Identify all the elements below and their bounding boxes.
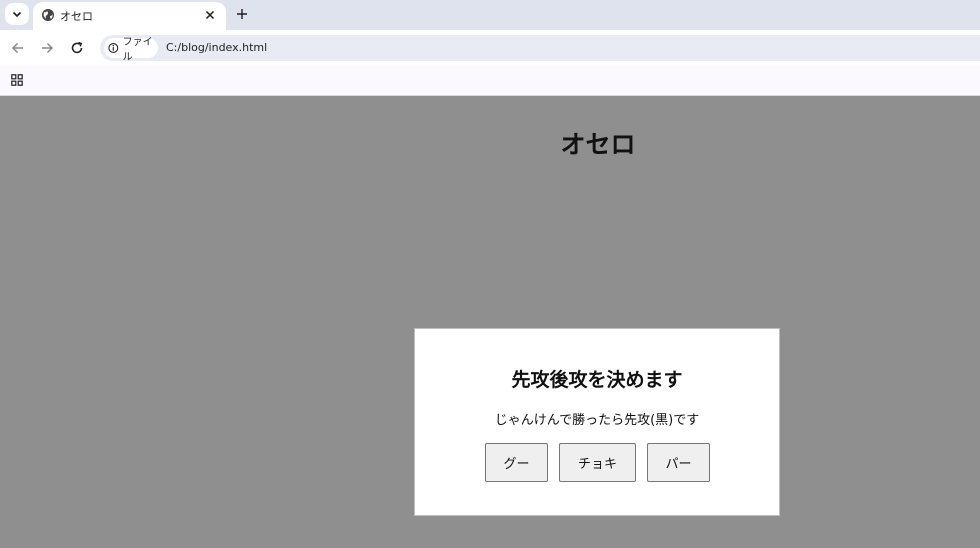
url-text[interactable]: C:/blog/index.html — [166, 41, 267, 54]
tab-title: オセロ — [60, 10, 93, 23]
turn-order-dialog: 先攻後攻を決めます じゃんけんで勝ったら先攻(黒)です グー チョキ パー — [414, 328, 780, 516]
rock-button[interactable]: グー — [485, 443, 548, 482]
browser-toolbar: ファイル C:/blog/index.html — [0, 30, 980, 66]
back-button[interactable] — [9, 39, 27, 57]
bookmarks-bar — [0, 66, 980, 96]
page-title: オセロ — [560, 130, 636, 159]
paper-button[interactable]: パー — [647, 443, 710, 482]
reload-button[interactable] — [68, 39, 86, 57]
address-bar[interactable]: ファイル C:/blog/index.html — [100, 35, 980, 63]
close-icon — [205, 10, 215, 20]
globe-icon — [42, 9, 54, 21]
page-content: オセロ 先攻後攻を決めます じゃんけんで勝ったら先攻(黒)です グー チョキ パ… — [0, 97, 980, 548]
back-arrow-icon — [11, 42, 23, 54]
forward-button[interactable] — [38, 39, 56, 57]
site-info-label: ファイル — [122, 37, 153, 63]
dialog-message: じゃんけんで勝ったら先攻(黒)です — [494, 413, 700, 428]
apps-grid-icon — [11, 74, 23, 86]
tab-search-icon — [12, 11, 22, 18]
tab-close-button[interactable] — [202, 7, 218, 23]
site-info-chip[interactable]: ファイル — [104, 37, 158, 63]
dialog-title: 先攻後攻を決めます — [511, 369, 683, 391]
tab-search-button[interactable] — [5, 3, 29, 25]
info-icon — [108, 43, 119, 53]
apps-button[interactable] — [9, 72, 25, 88]
reload-icon — [71, 41, 83, 54]
scissors-button[interactable]: チョキ — [559, 443, 636, 482]
browser-tab[interactable]: オセロ — [33, 2, 226, 30]
forward-arrow-icon — [42, 42, 54, 54]
tab-strip: オセロ — [0, 0, 980, 30]
new-tab-button[interactable] — [232, 5, 252, 23]
plus-icon — [237, 9, 247, 19]
